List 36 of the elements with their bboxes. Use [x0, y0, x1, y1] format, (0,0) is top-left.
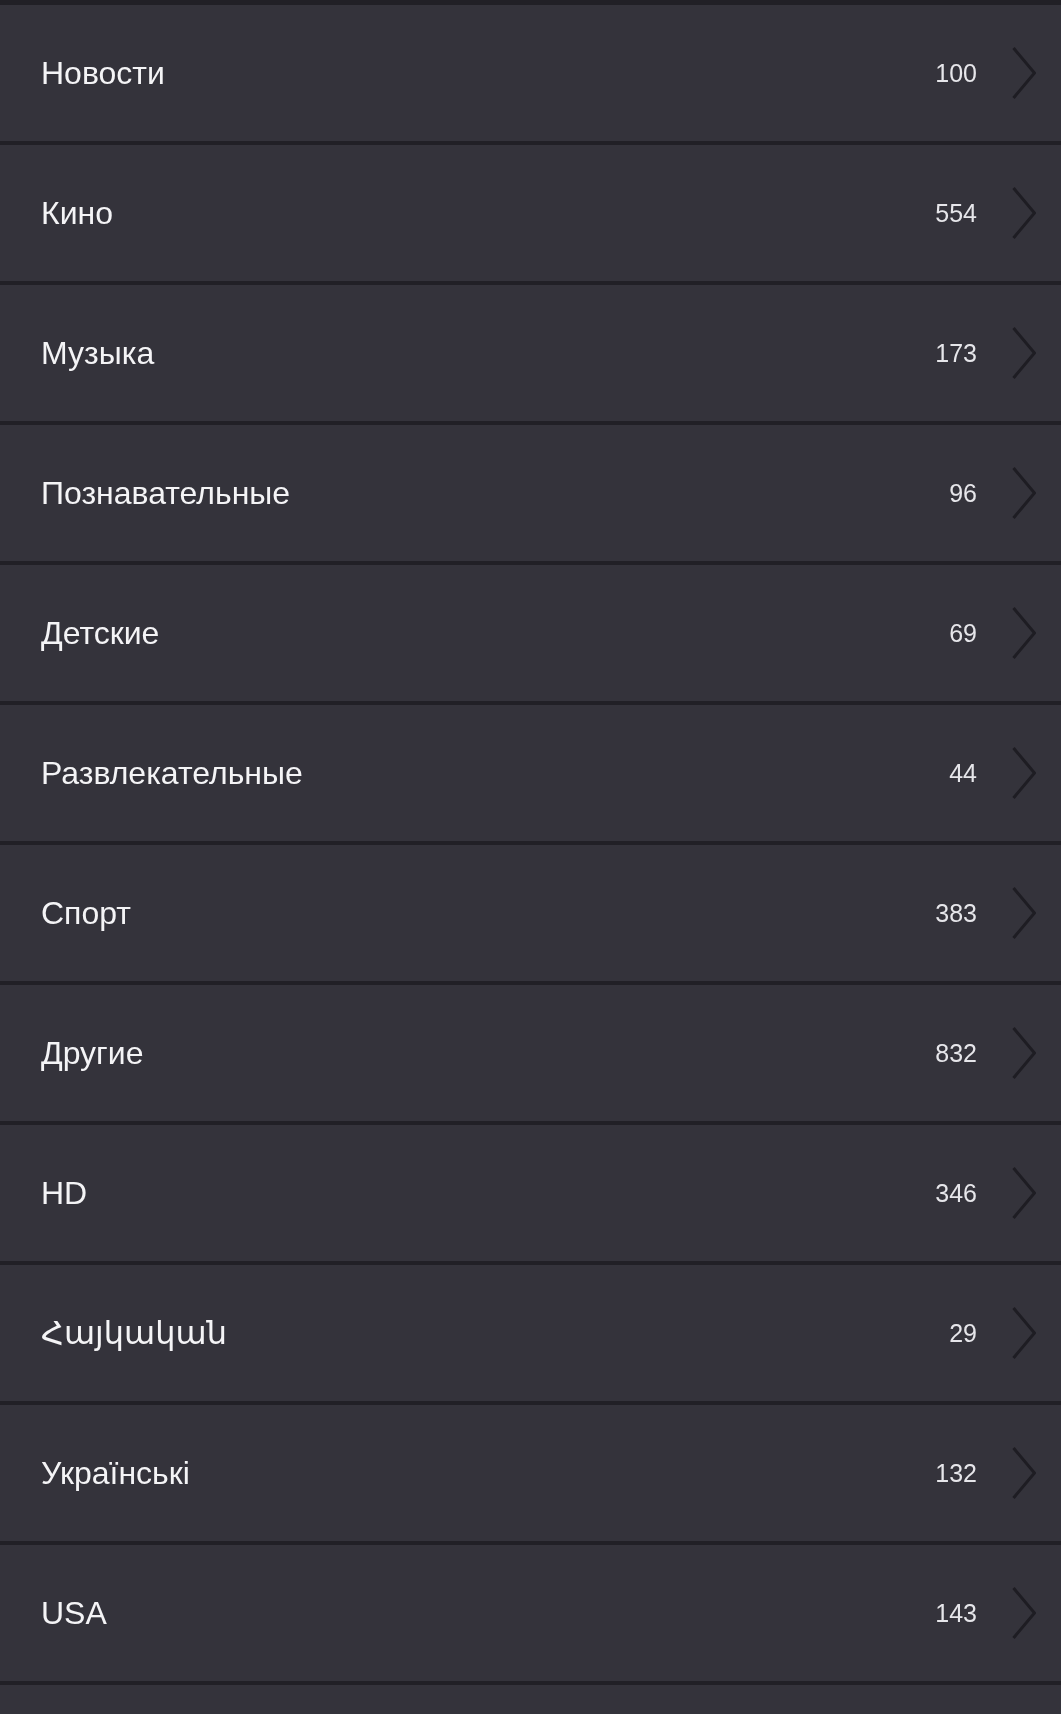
channel-count: 96	[949, 478, 977, 508]
channel-count: 346	[935, 1178, 977, 1208]
chevron-right-icon	[1012, 1447, 1036, 1499]
category-name: Спорт	[41, 894, 132, 932]
channel-count: 554	[935, 198, 977, 228]
channel-count: 29	[949, 1318, 977, 1348]
category-name: USA	[41, 1594, 108, 1632]
channel-count: 832	[935, 1038, 977, 1068]
channel-count: 44	[949, 758, 977, 788]
chevron-right-icon	[1012, 1587, 1036, 1639]
chevron-right-icon	[1012, 467, 1036, 519]
category-name: Новости	[41, 54, 166, 92]
chevron-right-icon	[1012, 327, 1036, 379]
category-name: HD	[41, 1174, 89, 1212]
category-name: Кино	[41, 194, 114, 232]
chevron-right-icon	[1012, 607, 1036, 659]
category-name: Другие	[41, 1034, 145, 1072]
channel-count: 173	[935, 338, 977, 368]
chevron-right-icon	[1012, 747, 1036, 799]
category-name: Українські	[41, 1454, 191, 1492]
category-name: Музыка	[41, 334, 156, 372]
chevron-right-icon	[1012, 47, 1036, 99]
chevron-right-icon	[1012, 187, 1036, 239]
channel-count: 100	[935, 58, 977, 88]
chevron-right-icon	[1012, 887, 1036, 939]
channel-count: 383	[935, 898, 977, 928]
channel-count: 132	[935, 1458, 977, 1488]
chevron-right-icon	[1012, 1027, 1036, 1079]
category-name: Հայկական	[41, 1314, 228, 1352]
channel-count: 143	[935, 1598, 977, 1628]
channel-count: 69	[949, 618, 977, 648]
category-name: Детские	[41, 614, 161, 652]
category-name: Развлекательные	[41, 754, 304, 792]
chevron-right-icon	[1012, 1307, 1036, 1359]
chevron-right-icon	[1012, 1167, 1036, 1219]
category-name: Познавательные	[41, 474, 292, 512]
